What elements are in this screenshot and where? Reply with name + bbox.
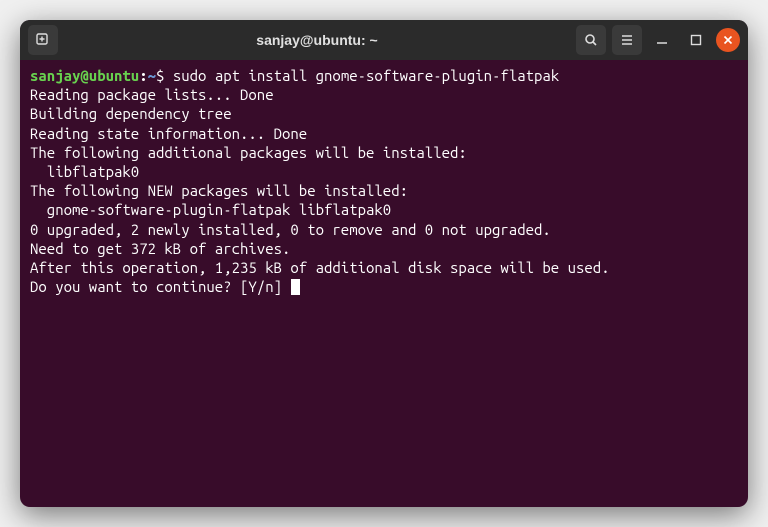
prompt-user-host: sanjay@ubuntu xyxy=(30,67,139,84)
command-text: sudo apt install gnome-software-plugin-f… xyxy=(173,67,559,84)
hamburger-icon xyxy=(619,32,635,48)
search-button[interactable] xyxy=(576,25,606,55)
maximize-icon xyxy=(689,33,703,47)
output-line: Need to get 372 kB of archives. xyxy=(30,240,290,257)
output-prompt: Do you want to continue? [Y/n] xyxy=(30,278,290,295)
output-line: Reading state information... Done xyxy=(30,125,307,142)
new-tab-button[interactable] xyxy=(28,25,58,55)
window-title: sanjay@ubuntu: ~ xyxy=(66,32,568,48)
output-line: The following additional packages will b… xyxy=(30,144,467,161)
titlebar: sanjay@ubuntu: ~ xyxy=(20,20,748,60)
search-icon xyxy=(583,32,599,48)
minimize-icon xyxy=(655,33,669,47)
menu-button[interactable] xyxy=(612,25,642,55)
output-line: libflatpak0 xyxy=(30,163,139,180)
minimize-button[interactable] xyxy=(648,26,676,54)
cursor xyxy=(291,279,300,295)
output-line: 0 upgraded, 2 newly installed, 0 to remo… xyxy=(30,221,551,238)
output-line: gnome-software-plugin-flatpak libflatpak… xyxy=(30,201,391,218)
output-line: The following NEW packages will be insta… xyxy=(30,182,408,199)
prompt-colon: : xyxy=(139,67,147,84)
prompt-symbol: $ xyxy=(156,67,164,84)
maximize-button[interactable] xyxy=(682,26,710,54)
new-tab-icon xyxy=(35,32,51,48)
output-line: After this operation, 1,235 kB of additi… xyxy=(30,259,610,276)
terminal-body[interactable]: sanjay@ubuntu:~$ sudo apt install gnome-… xyxy=(20,60,748,507)
close-button[interactable] xyxy=(716,28,740,52)
output-line: Reading package lists... Done xyxy=(30,86,274,103)
prompt-path: ~ xyxy=(148,67,156,84)
output-line: Building dependency tree xyxy=(30,105,232,122)
close-icon xyxy=(722,34,734,46)
terminal-window: sanjay@ubuntu: ~ xyxy=(20,20,748,507)
